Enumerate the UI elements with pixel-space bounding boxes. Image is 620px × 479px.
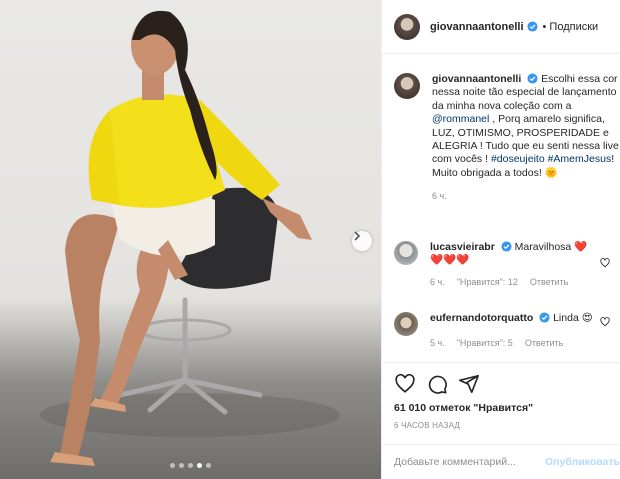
verified-icon [526,21,538,32]
carousel-dot [188,463,193,468]
reply-button[interactable]: Ответить [530,276,568,289]
avatar[interactable] [394,13,420,40]
comment-item: eufernandotorquatto Linda 😍 5 ч. "Нравит… [394,312,618,351]
carousel-dot [170,463,175,468]
carousel-indicator [0,463,381,468]
verified-icon [527,73,538,84]
like-comment-heart-icon[interactable] [600,317,610,327]
caption: giovannaantonelli Escolhi essa cor nessa… [394,73,620,204]
verified-icon [501,241,512,252]
follow-status[interactable]: • Подписки [543,21,599,33]
post-time[interactable]: 6 ЧАСОВ НАЗАД [394,421,608,430]
heart-icon[interactable] [394,373,416,395]
publish-button[interactable]: Опубликовать [545,456,620,468]
avatar[interactable] [394,312,418,336]
comment-username[interactable]: eufernandotorquatto [430,312,533,324]
mention-link[interactable]: @rommanel [432,113,489,125]
chevron-right-icon [354,231,361,241]
hashtag-link[interactable]: #AmemJesus [548,153,612,165]
comment-text: Linda 😍 [553,312,593,324]
comment-icon[interactable] [426,373,448,395]
comment-text: Maravilhosa ❤️ [514,241,588,253]
reply-button[interactable]: Ответить [525,337,563,350]
next-photo-button[interactable] [352,231,372,251]
post-actions: 61 010 отметок "Нравится" 6 ЧАСОВ НАЗАД [382,362,620,430]
caption-body: giovannaantonelli Escolhi essa cor nessa… [432,73,620,204]
post-header: giovannaantonelli • Подписки [382,0,620,54]
verified-icon [539,312,550,323]
avatar[interactable] [394,73,420,99]
carousel-dot-active [197,463,202,468]
likes-count[interactable]: 61 010 отметок "Нравится" [394,402,608,414]
comment-likes[interactable]: "Нравится": 12 [457,276,518,289]
comment-body: lucasvieirabr Maravilhosa ❤️ ❤️❤️❤️ 6 ч.… [430,241,618,289]
like-comment-heart-icon[interactable] [600,258,610,268]
comment-time[interactable]: 6 ч. [430,276,445,289]
comment-item: lucasvieirabr Maravilhosa ❤️ ❤️❤️❤️ 6 ч.… [394,241,618,289]
sun-emoji: 🌞 [544,166,558,179]
post-sidebar: giovannaantonelli • Подписки giovannaant… [381,0,620,479]
share-icon[interactable] [458,373,480,395]
add-comment-input[interactable] [394,456,540,468]
comment-text-line2: ❤️❤️❤️ [430,254,470,267]
comment-body: eufernandotorquatto Linda 😍 5 ч. "Нравит… [430,312,618,351]
comments-list: giovannaantonelli Escolhi essa cor nessa… [382,55,620,363]
comment-likes[interactable]: "Нравится": 5 [457,337,513,350]
post-photo[interactable] [0,0,381,479]
comment-time[interactable]: 5 ч. [430,337,445,350]
hashtag-link[interactable]: #doseujeito [491,153,545,165]
comment-username[interactable]: lucasvieirabr [430,241,495,253]
carousel-dot [206,463,211,468]
caption-username[interactable]: giovannaantonelli [432,73,521,85]
carousel-dot [179,463,184,468]
add-comment-bar: Опубликовать [382,444,620,479]
photo-illustration [40,10,340,466]
header-username[interactable]: giovannaantonelli [430,21,524,33]
caption-time[interactable]: 6 ч. [432,190,447,203]
avatar[interactable] [394,241,418,265]
